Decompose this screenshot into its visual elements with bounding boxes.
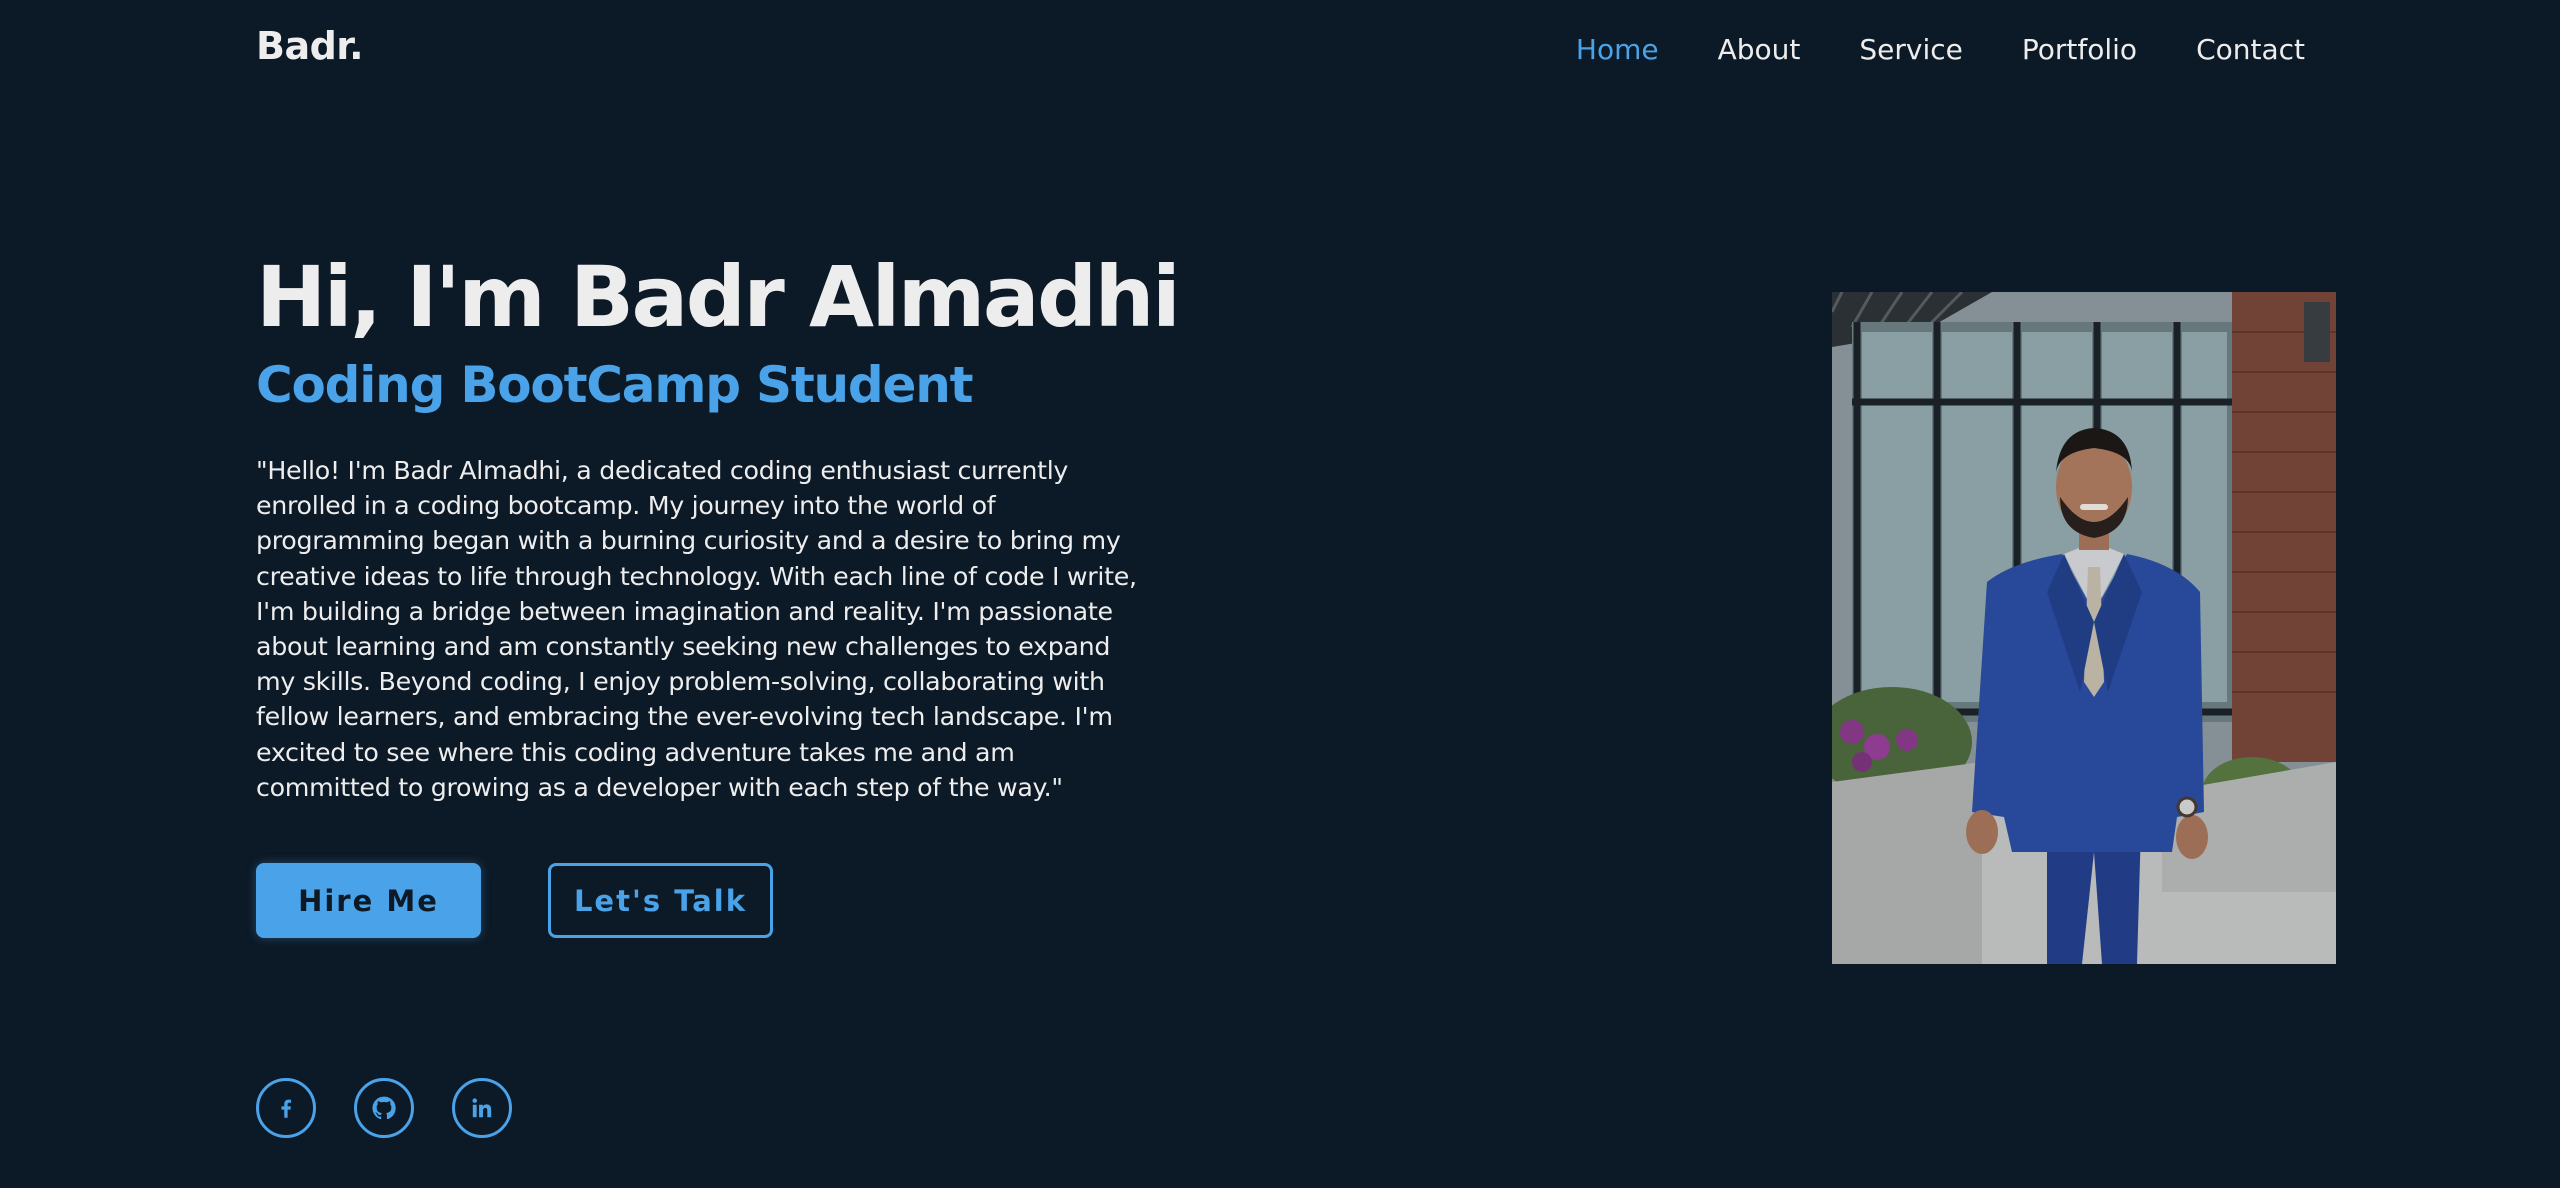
- site-logo[interactable]: Badr.: [256, 24, 364, 68]
- nav-about[interactable]: About: [1718, 30, 1801, 70]
- social-links: [256, 1078, 512, 1138]
- page: Badr. Home About Service Portfolio Conta…: [0, 0, 2560, 1188]
- facebook-icon: [281, 1099, 292, 1118]
- linkedin-link[interactable]: [452, 1078, 512, 1138]
- nav-service[interactable]: Service: [1859, 30, 1962, 70]
- github-icon: [372, 1096, 396, 1120]
- hero-title: Hi, I'm Badr Almadhi: [256, 248, 1181, 346]
- nav-home[interactable]: Home: [1576, 30, 1659, 70]
- profile-photo: [1832, 292, 2336, 964]
- nav-portfolio[interactable]: Portfolio: [2022, 30, 2137, 70]
- hero-paragraph: "Hello! I'm Badr Almadhi, a dedicated co…: [256, 456, 1137, 802]
- hero-subtitle: Coding BootCamp Student: [256, 356, 974, 414]
- hire-me-button[interactable]: Hire Me: [256, 863, 481, 938]
- linkedin-icon: [472, 1098, 492, 1118]
- nav-contact[interactable]: Contact: [2196, 30, 2305, 70]
- facebook-link[interactable]: [256, 1078, 316, 1138]
- github-link[interactable]: [354, 1078, 414, 1138]
- main-nav: Home About Service Portfolio Contact: [1576, 30, 2305, 70]
- lets-talk-button[interactable]: Let's Talk: [548, 863, 773, 938]
